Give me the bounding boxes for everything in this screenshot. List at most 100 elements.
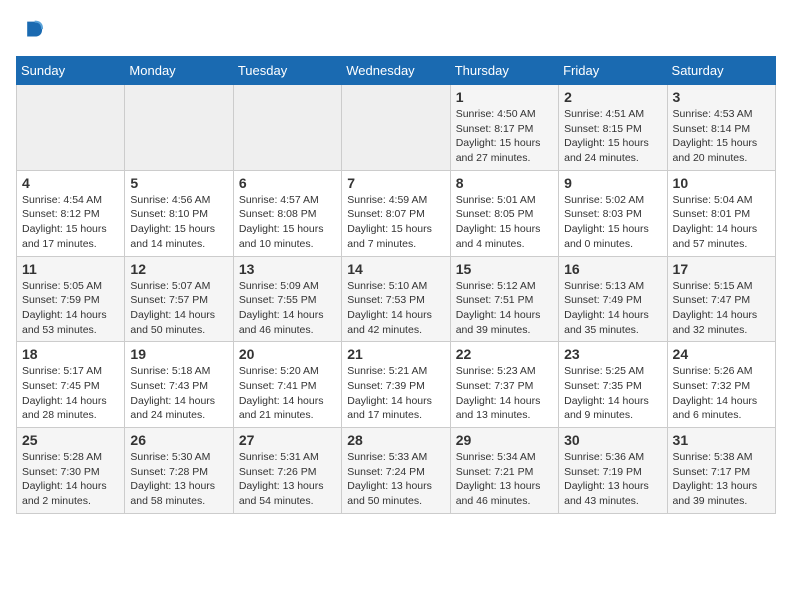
day-info: Sunrise: 5:31 AMSunset: 7:26 PMDaylight:… — [239, 450, 336, 509]
day-info: Sunrise: 5:25 AMSunset: 7:35 PMDaylight:… — [564, 364, 661, 423]
day-cell: 1 Sunrise: 4:50 AMSunset: 8:17 PMDaylight… — [450, 85, 558, 171]
day-info: Sunrise: 5:23 AMSunset: 7:37 PMDaylight:… — [456, 364, 553, 423]
day-number: 26 — [130, 432, 227, 448]
day-info: Sunrise: 5:26 AMSunset: 7:32 PMDaylight:… — [673, 364, 770, 423]
day-info: Sunrise: 5:13 AMSunset: 7:49 PMDaylight:… — [564, 279, 661, 338]
day-number: 9 — [564, 175, 661, 191]
day-info: Sunrise: 5:21 AMSunset: 7:39 PMDaylight:… — [347, 364, 444, 423]
week-row-3: 11 Sunrise: 5:05 AMSunset: 7:59 PMDayligh… — [17, 256, 776, 342]
day-cell: 4 Sunrise: 4:54 AMSunset: 8:12 PMDaylight… — [17, 170, 125, 256]
day-number: 28 — [347, 432, 444, 448]
day-info: Sunrise: 4:50 AMSunset: 8:17 PMDaylight:… — [456, 107, 553, 166]
day-cell: 28Sunrise: 5:33 AMSunset: 7:24 PMDayligh… — [342, 428, 450, 514]
col-header-friday: Friday — [559, 57, 667, 85]
day-info: Sunrise: 5:30 AMSunset: 7:28 PMDaylight:… — [130, 450, 227, 509]
day-info: Sunrise: 4:59 AMSunset: 8:07 PMDaylight:… — [347, 193, 444, 252]
day-cell: 2Sunrise: 4:51 AMSunset: 8:15 PMDaylight… — [559, 85, 667, 171]
day-number: 27 — [239, 432, 336, 448]
day-cell: 8 Sunrise: 5:01 AMSunset: 8:05 PMDaylight… — [450, 170, 558, 256]
day-info: Sunrise: 4:56 AMSunset: 8:10 PMDaylight:… — [130, 193, 227, 252]
col-header-thursday: Thursday — [450, 57, 558, 85]
day-number: 4 — [22, 175, 119, 191]
day-number: 18 — [22, 346, 119, 362]
week-row-2: 4 Sunrise: 4:54 AMSunset: 8:12 PMDaylight… — [17, 170, 776, 256]
calendar-table: SundayMondayTuesdayWednesdayThursdayFrid… — [16, 56, 776, 514]
day-info: Sunrise: 5:36 AMSunset: 7:19 PMDaylight:… — [564, 450, 661, 509]
week-row-1: 1 Sunrise: 4:50 AMSunset: 8:17 PMDaylight… — [17, 85, 776, 171]
day-cell: 16 Sunrise: 5:13 AMSunset: 7:49 PMDayligh… — [559, 256, 667, 342]
day-info: Sunrise: 4:53 AMSunset: 8:14 PMDaylight:… — [673, 107, 770, 166]
day-info: Sunrise: 5:05 AMSunset: 7:59 PMDaylight:… — [22, 279, 119, 338]
day-cell: 30Sunrise: 5:36 AMSunset: 7:19 PMDayligh… — [559, 428, 667, 514]
day-info: Sunrise: 5:15 AMSunset: 7:47 PMDaylight:… — [673, 279, 770, 338]
day-number: 29 — [456, 432, 553, 448]
week-row-5: 25 Sunrise: 5:28 AMSunset: 7:30 PMDayligh… — [17, 428, 776, 514]
col-header-tuesday: Tuesday — [233, 57, 341, 85]
header-row: SundayMondayTuesdayWednesdayThursdayFrid… — [17, 57, 776, 85]
day-cell: 7 Sunrise: 4:59 AMSunset: 8:07 PMDaylight… — [342, 170, 450, 256]
day-number: 23 — [564, 346, 661, 362]
day-cell: 26 Sunrise: 5:30 AMSunset: 7:28 PMDayligh… — [125, 428, 233, 514]
day-info: Sunrise: 5:34 AMSunset: 7:21 PMDaylight:… — [456, 450, 553, 509]
day-info: Sunrise: 5:02 AMSunset: 8:03 PMDaylight:… — [564, 193, 661, 252]
day-cell: 5 Sunrise: 4:56 AMSunset: 8:10 PMDaylight… — [125, 170, 233, 256]
day-number: 16 — [564, 261, 661, 277]
day-number: 15 — [456, 261, 553, 277]
day-cell — [125, 85, 233, 171]
day-info: Sunrise: 5:12 AMSunset: 7:51 PMDaylight:… — [456, 279, 553, 338]
day-cell: 29 Sunrise: 5:34 AMSunset: 7:21 PMDayligh… — [450, 428, 558, 514]
day-number: 25 — [22, 432, 119, 448]
day-number: 22 — [456, 346, 553, 362]
col-header-saturday: Saturday — [667, 57, 775, 85]
day-cell: 27 Sunrise: 5:31 AMSunset: 7:26 PMDayligh… — [233, 428, 341, 514]
day-info: Sunrise: 5:18 AMSunset: 7:43 PMDaylight:… — [130, 364, 227, 423]
day-cell: 25 Sunrise: 5:28 AMSunset: 7:30 PMDayligh… — [17, 428, 125, 514]
logo-icon — [16, 16, 44, 44]
day-number: 2 — [564, 89, 661, 105]
col-header-wednesday: Wednesday — [342, 57, 450, 85]
day-cell: 22 Sunrise: 5:23 AMSunset: 7:37 PMDayligh… — [450, 342, 558, 428]
day-number: 10 — [673, 175, 770, 191]
week-row-4: 18 Sunrise: 5:17 AMSunset: 7:45 PMDayligh… — [17, 342, 776, 428]
day-cell: 14 Sunrise: 5:10 AMSunset: 7:53 PMDayligh… — [342, 256, 450, 342]
day-number: 20 — [239, 346, 336, 362]
day-info: Sunrise: 5:17 AMSunset: 7:45 PMDaylight:… — [22, 364, 119, 423]
logo — [16, 16, 48, 44]
day-cell: 9 Sunrise: 5:02 AMSunset: 8:03 PMDaylight… — [559, 170, 667, 256]
day-number: 31 — [673, 432, 770, 448]
day-cell: 15 Sunrise: 5:12 AMSunset: 7:51 PMDayligh… — [450, 256, 558, 342]
day-cell: 12Sunrise: 5:07 AMSunset: 7:57 PMDayligh… — [125, 256, 233, 342]
day-number: 3 — [673, 89, 770, 105]
col-header-sunday: Sunday — [17, 57, 125, 85]
day-number: 21 — [347, 346, 444, 362]
day-info: Sunrise: 5:28 AMSunset: 7:30 PMDaylight:… — [22, 450, 119, 509]
day-info: Sunrise: 4:57 AMSunset: 8:08 PMDaylight:… — [239, 193, 336, 252]
day-number: 1 — [456, 89, 553, 105]
day-info: Sunrise: 5:04 AMSunset: 8:01 PMDaylight:… — [673, 193, 770, 252]
day-cell: 18 Sunrise: 5:17 AMSunset: 7:45 PMDayligh… — [17, 342, 125, 428]
day-number: 8 — [456, 175, 553, 191]
day-cell — [17, 85, 125, 171]
day-cell: 31 Sunrise: 5:38 AMSunset: 7:17 PMDayligh… — [667, 428, 775, 514]
day-info: Sunrise: 5:01 AMSunset: 8:05 PMDaylight:… — [456, 193, 553, 252]
day-number: 5 — [130, 175, 227, 191]
day-cell — [342, 85, 450, 171]
day-cell — [233, 85, 341, 171]
day-number: 7 — [347, 175, 444, 191]
day-info: Sunrise: 5:10 AMSunset: 7:53 PMDaylight:… — [347, 279, 444, 338]
col-header-monday: Monday — [125, 57, 233, 85]
day-cell: 6 Sunrise: 4:57 AMSunset: 8:08 PMDaylight… — [233, 170, 341, 256]
day-number: 6 — [239, 175, 336, 191]
day-cell: 11 Sunrise: 5:05 AMSunset: 7:59 PMDayligh… — [17, 256, 125, 342]
day-number: 12 — [130, 261, 227, 277]
day-number: 11 — [22, 261, 119, 277]
day-info: Sunrise: 5:20 AMSunset: 7:41 PMDaylight:… — [239, 364, 336, 423]
day-cell: 3 Sunrise: 4:53 AMSunset: 8:14 PMDaylight… — [667, 85, 775, 171]
day-number: 19 — [130, 346, 227, 362]
day-cell: 19 Sunrise: 5:18 AMSunset: 7:43 PMDayligh… — [125, 342, 233, 428]
day-cell: 24Sunrise: 5:26 AMSunset: 7:32 PMDayligh… — [667, 342, 775, 428]
day-info: Sunrise: 4:54 AMSunset: 8:12 PMDaylight:… — [22, 193, 119, 252]
day-info: Sunrise: 5:38 AMSunset: 7:17 PMDaylight:… — [673, 450, 770, 509]
day-info: Sunrise: 5:09 AMSunset: 7:55 PMDaylight:… — [239, 279, 336, 338]
day-number: 14 — [347, 261, 444, 277]
